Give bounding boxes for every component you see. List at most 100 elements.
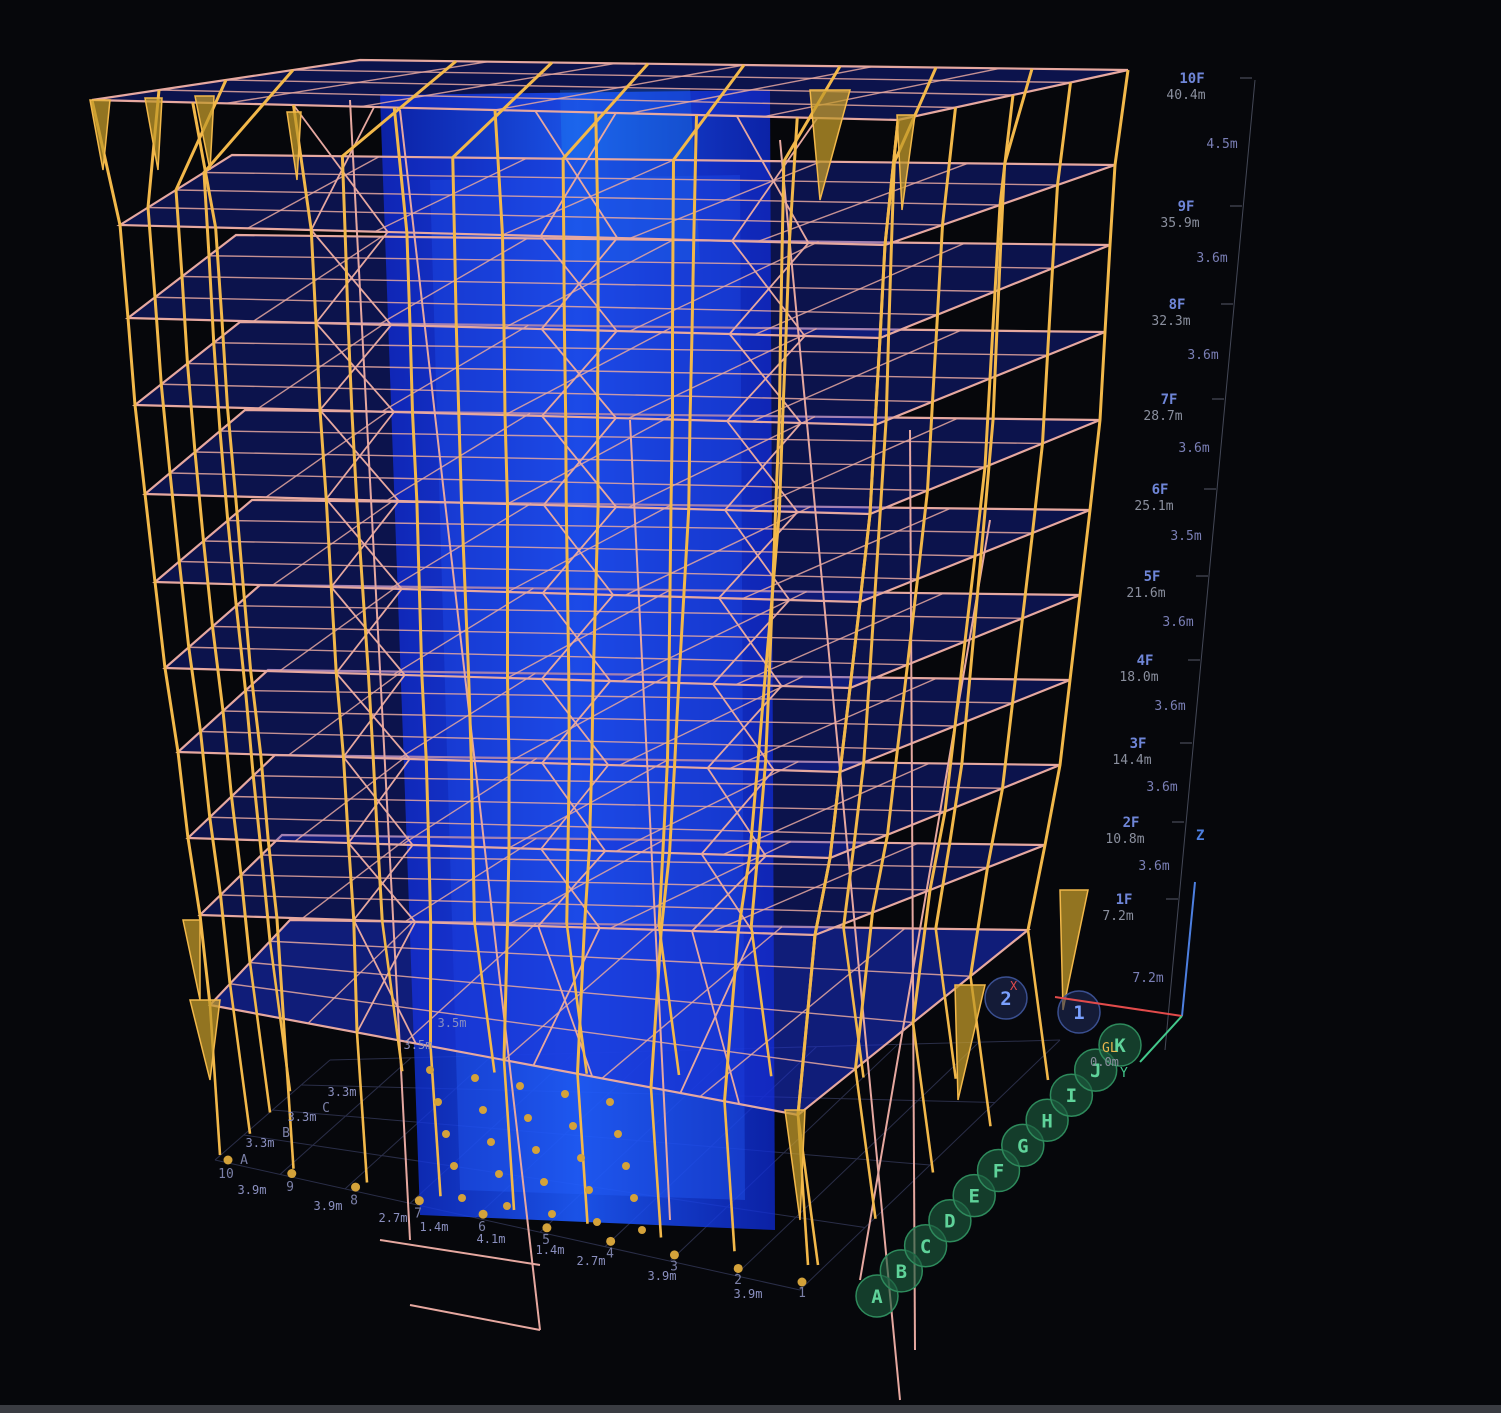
grid-number-label: 6 [478, 1220, 486, 1235]
core-node [471, 1074, 479, 1082]
core-node [630, 1194, 638, 1202]
span-label: 3.5m [404, 1038, 433, 1052]
floor-slab [124, 233, 1111, 340]
column-foundation-leg [911, 1022, 935, 1173]
axis-gizmo: Z X Y GL 0.0m [1010, 828, 1204, 1081]
ground-level-elev: 0.0m [1090, 1055, 1119, 1069]
grid-bubble-label: H [1041, 1110, 1052, 1132]
core-node [524, 1114, 532, 1122]
story-height-label: 3.6m [1178, 441, 1209, 456]
grid-bubble-label: A [871, 1286, 883, 1308]
axis-x-label: X [1010, 979, 1018, 993]
column [1026, 69, 1130, 931]
foundation-node [606, 1236, 616, 1246]
span-label: 2.7m [379, 1211, 408, 1225]
haunch [182, 919, 201, 1001]
floor-name-label: 9F [1178, 199, 1195, 215]
core-node [532, 1146, 540, 1154]
floor-slab [116, 153, 1116, 247]
axis-z-label: Z [1196, 828, 1204, 844]
floor-slab [91, 58, 1129, 122]
grid-number-label: 2 [734, 1273, 742, 1288]
story-height-label: 4.5m [1206, 137, 1237, 152]
core-node [585, 1186, 593, 1194]
story-height-label: 3.6m [1196, 251, 1227, 266]
floor-elevation-label: 32.3m [1151, 314, 1190, 329]
grid-bubble-label: G [1017, 1135, 1028, 1157]
span-label: 3.9m [238, 1183, 267, 1197]
floor-elevation-label: 21.6m [1126, 586, 1165, 601]
core-node [458, 1194, 466, 1202]
floor-elevation-label: 35.9m [1160, 216, 1199, 231]
core-node [479, 1106, 487, 1114]
floor-elevation-label: 14.4m [1112, 753, 1151, 768]
foundation-node [542, 1223, 552, 1233]
core-node [450, 1162, 458, 1170]
core-node [503, 1202, 511, 1210]
grid-bubble-label: F [993, 1161, 1004, 1183]
foundation-node [223, 1155, 233, 1165]
grid-letter-label: C [322, 1101, 330, 1116]
axis-y-label: Y [1120, 1066, 1128, 1081]
core-node [487, 1138, 495, 1146]
floor-level-labels: 10F40.4m 4.5m 9F35.9m 3.6m 8F32.3m 3.6m 7F28.7… [1102, 71, 1256, 1051]
foundation-node [478, 1209, 488, 1219]
story-height-label: 7.2m [1132, 971, 1163, 986]
column-foundation-leg [282, 1018, 295, 1169]
floor-slab [175, 668, 1071, 774]
core-node [442, 1130, 450, 1138]
structural-model-canvas[interactable]: 10F40.4m4.5m9F35.9m3.6m8F32.3m3.6m7F28.7… [0, 0, 1501, 1405]
grid-bubble-label: B [896, 1261, 907, 1283]
core-node [569, 1122, 577, 1130]
span-label: 2.7m [577, 1254, 606, 1268]
long-brace [409, 1304, 541, 1331]
span-label: 1.4m [536, 1243, 565, 1257]
grid-bubble-label: E [968, 1186, 979, 1208]
status-bar [0, 1405, 1501, 1413]
foundation-node [669, 1250, 679, 1260]
haunch [89, 99, 111, 171]
core-node [495, 1170, 503, 1178]
floor-name-label: 8F [1169, 297, 1186, 313]
foundation-node [351, 1182, 361, 1192]
floor-name-label: 5F [1144, 569, 1161, 585]
floor-name-label: 1F [1116, 892, 1133, 908]
floor-name-label: 10F [1179, 71, 1204, 87]
grid-bubble-label: I [1066, 1085, 1077, 1107]
grid-bubble-label: C [920, 1236, 931, 1258]
foundation-node [287, 1169, 297, 1179]
span-label: 1.4m [420, 1220, 449, 1234]
core-node [577, 1154, 585, 1162]
span-label: 3.9m [734, 1287, 763, 1301]
column-foundation-leg [355, 1032, 369, 1183]
grid-number-label: 1 [798, 1286, 806, 1301]
core-node [593, 1218, 601, 1226]
grid-bubble-label: D [944, 1211, 955, 1233]
core-node [426, 1066, 434, 1074]
floor-slab [162, 583, 1081, 690]
story-height-label: 3.6m [1187, 348, 1218, 363]
floor-name-label: 4F [1137, 653, 1154, 669]
haunch [784, 1109, 806, 1221]
span-label: 3.3m [246, 1136, 275, 1150]
story-height-label: 3.6m [1162, 615, 1193, 630]
floor-name-label: 3F [1130, 736, 1147, 752]
core-node [434, 1098, 442, 1106]
grid-number-label: 7 [414, 1207, 422, 1222]
floor-name-label: 7F [1161, 392, 1178, 408]
core-node [614, 1130, 622, 1138]
story-height-label: 3.6m [1146, 780, 1177, 795]
grid-number-label: 4 [606, 1246, 614, 1261]
core-node [561, 1090, 569, 1098]
span-label: 3.9m [314, 1199, 343, 1213]
core-node [622, 1162, 630, 1170]
floor-elevation-label: 25.1m [1134, 499, 1173, 514]
grid-bubble-1[interactable]: 1 [1057, 990, 1101, 1034]
long-brace [379, 1239, 541, 1266]
grid-bubble-2[interactable]: 2 [984, 976, 1028, 1020]
floor-slab [152, 498, 1091, 604]
3d-model-viewport[interactable]: 10F 40.4m 4.5m 9F 35.9m 3.6m 8F 32.3m 3.6m 7F 28.7… [0, 0, 1501, 1405]
story-height-label: 3.5m [1170, 529, 1201, 544]
grid-number-label: 3 [670, 1260, 678, 1275]
span-label: 3.5m [438, 1016, 467, 1030]
